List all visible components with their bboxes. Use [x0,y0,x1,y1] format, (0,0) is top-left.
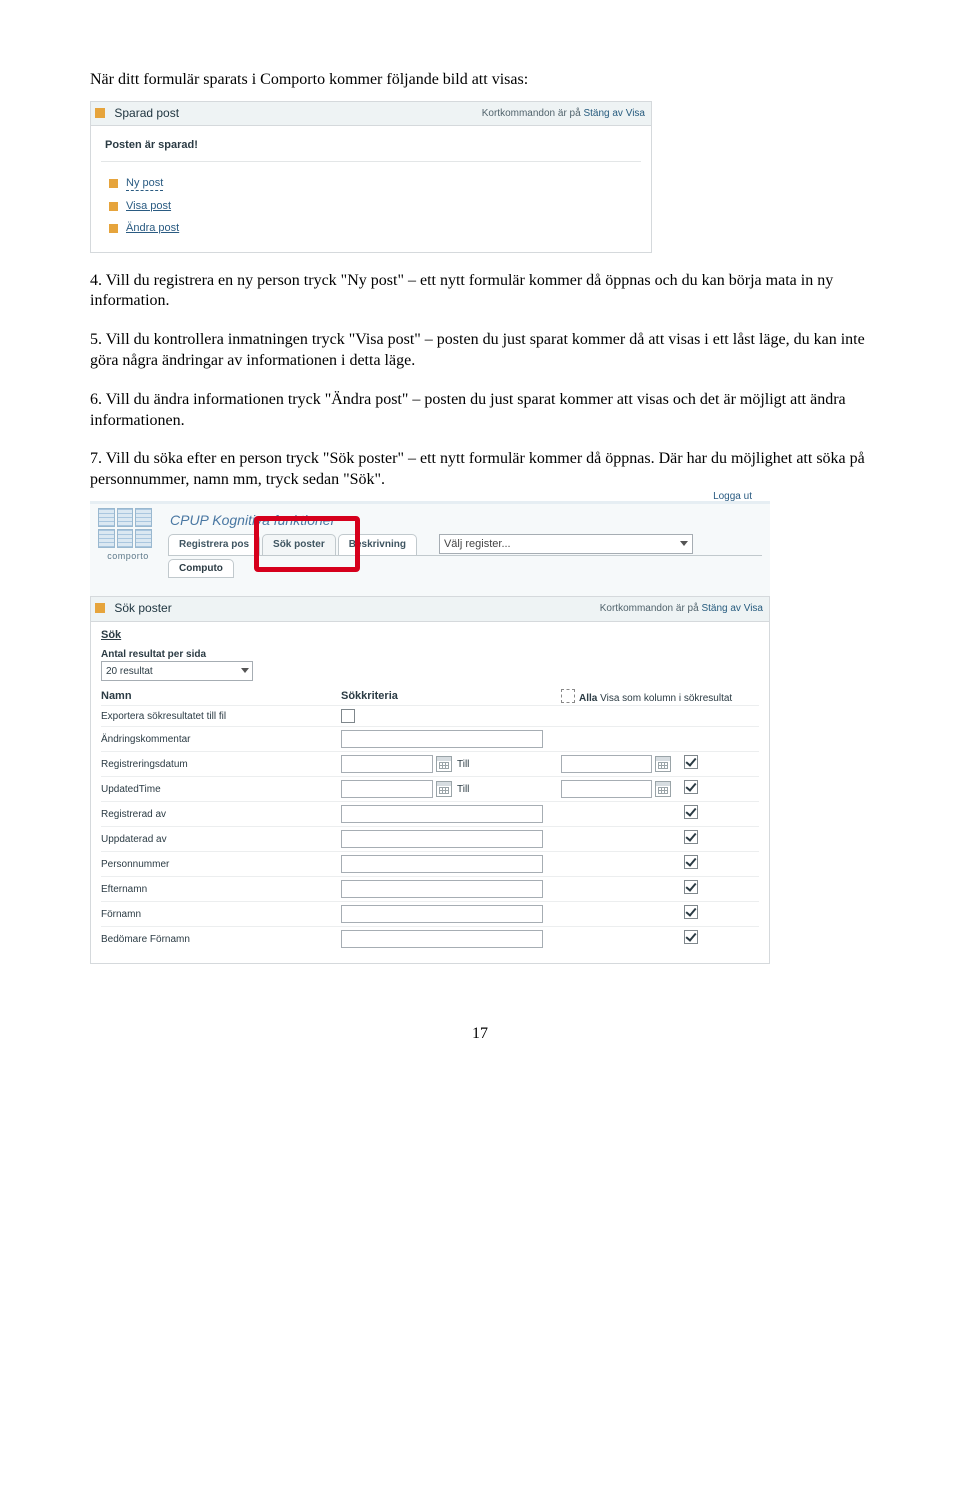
search-row: Exportera sökresultatet till fil [101,705,759,726]
show-column-checkbox[interactable] [684,855,698,869]
row-name: Ändringskommentar [101,733,341,746]
tab-sok-poster[interactable]: Sök poster [262,534,336,555]
bullet-icon [109,179,118,188]
calendar-icon[interactable] [436,781,452,797]
search-row: Bedömare Förnamn [101,926,759,951]
link-visa-post-label: Visa post [126,199,171,213]
action-ny-post[interactable]: Ny post [101,172,641,195]
kortkommando-prefix: Kortkommandon är på [600,603,702,614]
results-per-page-select[interactable]: 20 resultat [101,661,253,681]
tab-registrera[interactable]: Registrera pos [168,534,260,555]
row-name: Efternamn [101,883,341,896]
criteria-input[interactable] [341,905,543,923]
search-row: Registrerad av [101,801,759,826]
register-select-label: Välj register... [444,537,511,551]
per-page-label: Antal resultat per sida [101,644,759,661]
tabs-row: Registrera pos Sök poster Beskrivning Vä… [168,534,762,556]
header-right-text: Kortkommandon är på Stäng av Visa [600,602,763,615]
row-name: UpdatedTime [101,783,341,796]
row-name: Exportera sökresultatet till fil [101,710,341,723]
criteria-input[interactable] [341,730,543,748]
calendar-icon[interactable] [436,756,452,772]
criteria-input[interactable] [341,780,433,798]
saved-post-panel: Sparad post Kortkommandon är på Stäng av… [90,101,652,253]
sub-tab-computo[interactable]: Computo [168,559,234,578]
criteria-input[interactable] [341,880,543,898]
criteria-input[interactable] [341,930,543,948]
search-row: Personnummer [101,851,759,876]
header-right-text: Kortkommandon är på Stäng av Visa [482,107,645,120]
show-column-checkbox[interactable] [684,780,698,794]
action-visa-post[interactable]: Visa post [101,195,641,217]
header-square-icon [95,108,105,118]
row-name: Uppdaterad av [101,833,341,846]
show-column-checkbox[interactable] [341,709,355,723]
action-andra-post[interactable]: Ändra post [101,217,641,239]
till-label: Till [455,783,471,796]
row-name: Förnamn [101,908,341,921]
col-header-namn: Namn [101,689,341,705]
row-name: Bedömare Förnamn [101,933,341,946]
para-5: 5. Vill du kontrollera inmatningen tryck… [90,330,870,372]
comporto-logo-icon [98,508,152,548]
criteria-input[interactable] [561,780,652,798]
link-visa[interactable]: Visa [626,108,645,119]
para-4: 4. Vill du registrera en ny person tryck… [90,271,870,313]
bullet-icon [109,224,118,233]
till-label: Till [455,758,471,771]
search-row: Ändringskommentar [101,726,759,751]
logout-link[interactable]: Logga ut [713,490,752,503]
alla-checkbox[interactable] [561,689,575,703]
show-column-checkbox[interactable] [684,880,698,894]
criteria-input[interactable] [341,855,543,873]
show-column-checkbox[interactable] [684,805,698,819]
calendar-icon[interactable] [655,781,671,797]
para-7: 7. Vill du söka efter en person tryck "S… [90,449,870,491]
search-row: UpdatedTime Till [101,776,759,801]
link-stang-av[interactable]: Stäng av [701,603,740,614]
search-row: Uppdaterad av [101,826,759,851]
kortkommando-prefix: Kortkommandon är på [482,108,584,119]
tab-beskrivning[interactable]: Beskrivning [338,534,417,555]
search-row: Förnamn [101,901,759,926]
show-column-checkbox[interactable] [684,930,698,944]
search-panel-title: Sök poster [114,601,171,615]
logo-text: comporto [98,548,158,563]
results-per-page-value: 20 resultat [106,665,153,678]
row-name: Registreringsdatum [101,758,341,771]
link-stang-av[interactable]: Stäng av [583,108,622,119]
criteria-input[interactable] [341,830,543,848]
register-select[interactable]: Välj register... [439,534,693,554]
row-name: Personnummer [101,858,341,871]
sok-link[interactable]: Sök [101,626,121,644]
criteria-input[interactable] [561,755,652,773]
saved-message: Posten är sparad! [101,134,641,161]
show-column-checkbox[interactable] [684,830,698,844]
search-row: Efternamn [101,876,759,901]
link-andra-post-label: Ändra post [126,221,179,235]
row-name: Registrerad av [101,808,341,821]
panel-title: Sparad post [114,106,179,120]
criteria-input[interactable] [341,755,433,773]
comporto-screenshot: comporto Logga ut CPUP Kognitiva funktio… [90,501,770,964]
col-header-visa: Alla Visa som kolumn i sökresultat [561,689,759,705]
bullet-icon [109,202,118,211]
search-panel: Sök poster Kortkommandon är på Stäng av … [90,596,770,964]
link-ny-post-label: Ny post [126,176,163,191]
show-column-checkbox[interactable] [684,755,698,769]
para-6: 6. Vill du ändra informationen tryck "Än… [90,390,870,432]
calendar-icon[interactable] [655,756,671,772]
app-title: CPUP Kognitiva funktioner [168,508,762,534]
intro-paragraph: När ditt formulär sparats i Comporto kom… [90,70,870,91]
show-column-checkbox[interactable] [684,905,698,919]
search-row: Registreringsdatum Till [101,751,759,776]
page-number: 17 [90,964,870,1045]
link-visa[interactable]: Visa [744,603,763,614]
panel-header: Sparad post Kortkommandon är på Stäng av… [91,102,651,127]
header-square-icon [95,603,105,613]
criteria-input[interactable] [341,805,543,823]
col-header-sokkriteria: Sökkriteria [341,689,561,705]
